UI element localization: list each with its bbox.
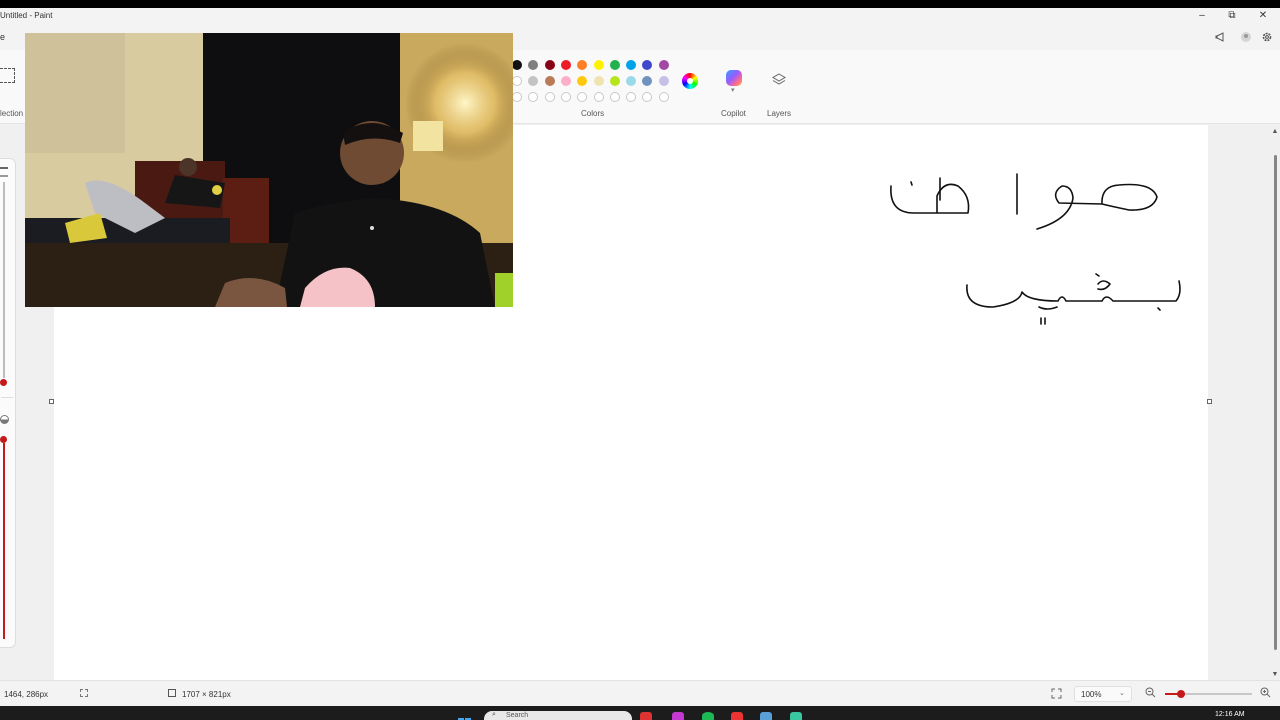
color-swatch[interactable] <box>609 92 620 102</box>
color-swatch[interactable] <box>560 60 571 70</box>
color-swatch[interactable] <box>626 92 637 102</box>
settings-icon[interactable] <box>1260 31 1274 45</box>
color-swatch[interactable] <box>609 76 620 86</box>
color-swatch[interactable] <box>593 92 604 102</box>
stroke-size-icon <box>0 167 8 177</box>
color-swatch[interactable] <box>577 60 588 70</box>
file-menu[interactable]: e <box>0 32 5 42</box>
color-swatch[interactable] <box>658 60 669 70</box>
cursor-position: 1464, 286px <box>4 690 49 699</box>
spotify-icon[interactable] <box>702 712 714 720</box>
color-swatch[interactable] <box>512 92 522 102</box>
zoom-in-icon[interactable] <box>1260 687 1272 699</box>
search-icon: ⌕ <box>492 711 496 718</box>
selection-size-icon <box>80 689 88 697</box>
color-swatch[interactable] <box>626 76 637 86</box>
color-swatch[interactable] <box>577 92 588 102</box>
color-swatch[interactable] <box>577 76 588 86</box>
color-swatch[interactable] <box>593 76 604 86</box>
minimize-button[interactable]: – <box>1192 9 1212 23</box>
color-swatch[interactable] <box>609 60 620 70</box>
canvas-resize-handle-left[interactable] <box>49 399 54 404</box>
color-swatch[interactable] <box>544 76 555 86</box>
brush-size-knob[interactable] <box>0 379 7 386</box>
color-swatch[interactable] <box>544 60 555 70</box>
color-swatch[interactable] <box>626 60 637 70</box>
color-swatch[interactable] <box>528 76 539 86</box>
color-swatch[interactable] <box>512 60 522 70</box>
scroll-down-arrow[interactable]: ▼ <box>1270 670 1280 680</box>
color-swatch[interactable] <box>528 92 539 102</box>
colors-group-label: Colors <box>581 109 605 118</box>
brush-properties-panel <box>0 158 16 648</box>
edit-colors-icon[interactable] <box>682 73 698 89</box>
zoom-dropdown[interactable]: 100% ⌄ <box>1074 686 1132 702</box>
layers-icon[interactable] <box>771 72 787 88</box>
taskbar-app-icon[interactable] <box>672 712 684 720</box>
color-swatch[interactable] <box>544 92 555 102</box>
panel-divider <box>1 397 13 398</box>
copilot-group-label: Copilot <box>721 109 746 118</box>
layers-group-label: Layers <box>767 109 792 118</box>
windows-start-icon[interactable] <box>458 712 472 720</box>
webcam-overlay-image <box>25 33 513 307</box>
taskbar-search[interactable]: ⌕ Search <box>484 711 632 720</box>
color-swatch[interactable] <box>658 76 669 86</box>
color-swatch[interactable] <box>593 60 604 70</box>
announcement-icon[interactable] <box>1214 31 1228 45</box>
zoom-level: 100% <box>1081 690 1102 699</box>
fit-to-window-icon[interactable] <box>1051 688 1062 699</box>
color-swatch[interactable] <box>642 60 653 70</box>
status-bar: 1464, 286px 1707 × 821px 100% ⌄ <box>0 680 1280 706</box>
search-placeholder: Search <box>506 712 529 719</box>
color-swatch[interactable] <box>642 76 653 86</box>
paint-app: Untitled - Paint – ⧉ ✕ e lection Colors … <box>0 0 1280 720</box>
selection-tool[interactable] <box>0 68 15 83</box>
taskbar: ⌕ Search 12:16 AM <box>0 706 1280 720</box>
close-button[interactable]: ✕ <box>1253 9 1273 23</box>
copilot-icon[interactable] <box>726 70 742 86</box>
color-swatch[interactable] <box>658 92 669 102</box>
window-title: Untitled - Paint <box>0 11 53 20</box>
brush-size-slider[interactable] <box>3 182 5 378</box>
color-swatch[interactable] <box>560 92 571 102</box>
color-swatch[interactable] <box>642 92 653 102</box>
top-black-strip <box>0 0 1280 8</box>
canvas-size-icon <box>168 689 176 697</box>
taskbar-clock: 12:16 AM <box>1215 711 1245 718</box>
zoom-slider[interactable] <box>1165 690 1252 698</box>
canvas-resize-handle-right[interactable] <box>1207 399 1212 404</box>
account-icon[interactable] <box>1239 31 1253 45</box>
title-bar: Untitled - Paint – ⧉ ✕ <box>0 8 1280 24</box>
taskbar-app-icon[interactable] <box>790 712 802 720</box>
maximize-button[interactable]: ⧉ <box>1222 9 1242 23</box>
selection-group-label: lection <box>0 109 24 118</box>
zoom-out-icon[interactable] <box>1145 687 1157 699</box>
opacity-slider[interactable] <box>3 443 5 639</box>
taskbar-app-icon[interactable] <box>640 712 652 720</box>
canvas-size: 1707 × 821px <box>182 690 231 699</box>
chevron-down-icon[interactable]: ▾ <box>731 86 735 94</box>
scroll-up-arrow[interactable]: ▲ <box>1270 127 1280 137</box>
color-swatch[interactable] <box>528 60 539 70</box>
color-swatch[interactable] <box>560 76 571 86</box>
taskbar-app-icon[interactable] <box>731 712 743 720</box>
opacity-knob[interactable] <box>0 436 7 443</box>
opacity-icon <box>0 415 9 424</box>
zoom-slider-knob[interactable] <box>1176 690 1185 698</box>
taskbar-app-icon[interactable] <box>760 712 772 720</box>
chevron-down-icon: ⌄ <box>1119 690 1125 697</box>
color-swatch[interactable] <box>512 76 522 86</box>
scrollbar-thumb[interactable] <box>1274 155 1277 650</box>
